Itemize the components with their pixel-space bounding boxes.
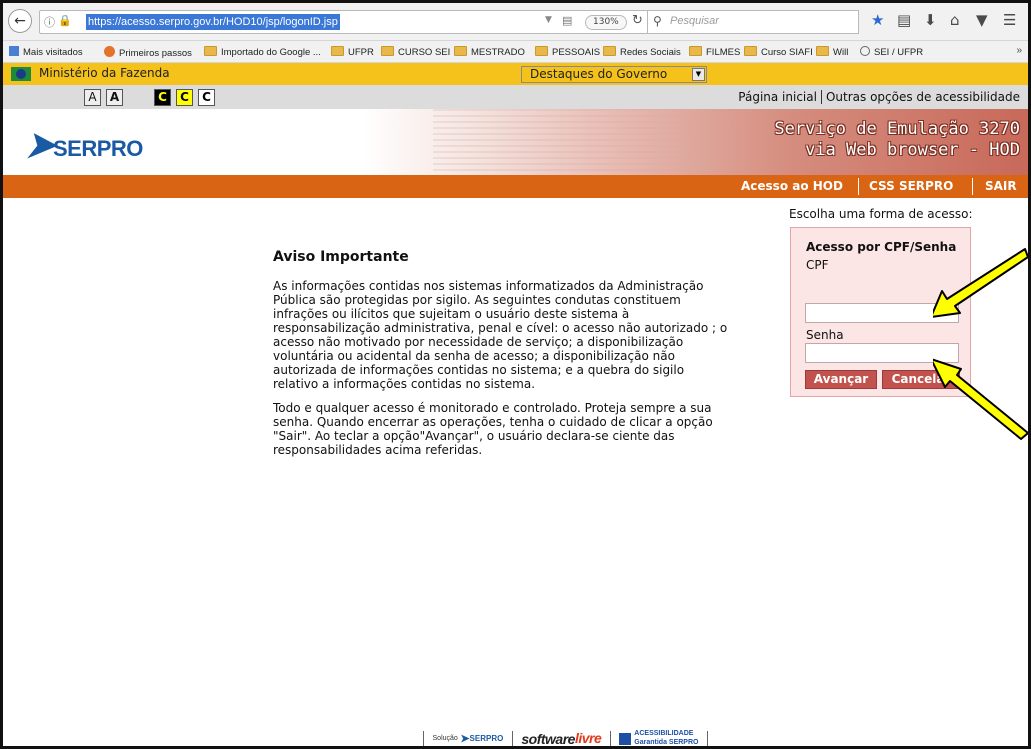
page-header: ➤ SERPRO Serviço de Emulação 3270 via We… xyxy=(3,109,1028,175)
bookmark-item[interactable]: PESSOAIS xyxy=(535,46,600,58)
serpro-logo-icon: ➤ xyxy=(25,124,56,165)
footer-divider xyxy=(707,730,708,746)
firefox-icon xyxy=(104,46,115,57)
bookmark-item[interactable]: UFPR xyxy=(331,46,374,58)
pocket-icon[interactable]: ▼ xyxy=(976,11,988,29)
nav-divider xyxy=(858,178,859,195)
warning-lock-icon[interactable]: 🔒 xyxy=(58,14,72,27)
folder-icon xyxy=(816,46,829,56)
folder-icon xyxy=(381,46,394,56)
notice-paragraph: Todo e qualquer acesso é monitorado e co… xyxy=(273,401,713,457)
accessibility-guarantee-logo: ACESSIBILIDADE Garantida SERPRO xyxy=(619,730,698,746)
bookmark-item[interactable]: Redes Sociais xyxy=(603,46,681,58)
footer-logos: Solução ➤SERPRO softwarelivre ACESSIBILI… xyxy=(417,730,714,748)
software-livre-logo: softwarelivre xyxy=(521,730,602,748)
browser-toolbar: ← ⓘ 🔒 https://acesso.serpro.gov.br/HOD10… xyxy=(3,3,1028,41)
font-decrease-button[interactable]: A xyxy=(84,89,101,106)
search-input[interactable]: ⚲ Pesquisar xyxy=(647,10,859,34)
nav-hod-link[interactable]: Acesso ao HOD xyxy=(741,179,843,193)
bookmark-item[interactable]: SEI / UFPR xyxy=(860,46,923,58)
accessibility-links: Página inicial Outras opções de acessibil… xyxy=(738,90,1020,104)
link-divider xyxy=(820,90,822,104)
folder-icon xyxy=(603,46,616,56)
folder-icon xyxy=(454,46,467,56)
library-icon[interactable]: ▤ xyxy=(897,11,911,29)
footer-divider xyxy=(511,730,513,746)
bookmark-item[interactable]: CURSO SEI xyxy=(381,46,450,58)
url-dropdown-icon[interactable]: ▼ xyxy=(545,15,552,25)
url-text[interactable]: https://acesso.serpro.gov.br/HOD10/jsp/l… xyxy=(86,14,340,30)
chevron-down-icon[interactable]: ▼ xyxy=(692,68,705,81)
contrast-yellow-button[interactable]: C xyxy=(176,89,193,106)
reader-view-icon[interactable]: ▤ xyxy=(562,14,572,27)
folder-icon xyxy=(331,46,344,56)
search-icon: ⚲ xyxy=(653,14,662,28)
bookmark-item[interactable]: Primeiros passos xyxy=(104,46,192,59)
access-prompt: Escolha uma forma de acesso: xyxy=(789,207,973,221)
mais-visitados-icon xyxy=(9,46,19,56)
bookmark-item[interactable]: Importado do Google ... xyxy=(204,46,321,58)
cpf-label: CPF xyxy=(806,258,829,272)
government-highlights-select[interactable]: Destaques do Governo ▼ xyxy=(521,66,707,83)
password-label: Senha xyxy=(806,328,844,342)
annotation-arrows xyxy=(933,248,1028,440)
annotation-arrow-icon xyxy=(933,358,1028,440)
home-icon[interactable]: ⌂ xyxy=(950,11,960,29)
menu-icon[interactable]: ☰ xyxy=(1003,11,1016,29)
footer-divider xyxy=(423,730,424,746)
accessibility-icon xyxy=(619,732,632,745)
info-icon[interactable]: ⓘ xyxy=(44,14,55,30)
notice-section: Aviso Importante As informações contidas… xyxy=(273,249,733,467)
bookmark-item[interactable]: Mais visitados xyxy=(9,46,83,58)
nav-exit-link[interactable]: SAIR xyxy=(985,179,1017,193)
solution-serpro-logo: Solução ➤SERPRO xyxy=(432,733,504,746)
font-increase-button[interactable]: A xyxy=(106,89,123,106)
service-title: Serviço de Emulação 3270 via Web browser… xyxy=(774,119,1020,160)
bookmark-item[interactable]: FILMES xyxy=(689,46,740,58)
serpro-mini-icon: ➤ xyxy=(460,733,470,746)
ministry-name[interactable]: Ministério da Fazenda xyxy=(39,66,170,80)
folder-icon xyxy=(535,46,548,56)
globe-icon xyxy=(860,46,870,56)
address-bar[interactable]: ⓘ 🔒 https://acesso.serpro.gov.br/HOD10/j… xyxy=(39,10,719,34)
bookmark-star-icon[interactable]: ★ xyxy=(871,11,884,29)
government-bar: Ministério da Fazenda Destaques do Gover… xyxy=(3,63,1028,85)
nav-css-link[interactable]: CSS SERPRO xyxy=(869,179,953,193)
notice-paragraph: As informações contidas nos sistemas inf… xyxy=(273,279,728,391)
contrast-high-button[interactable]: C xyxy=(154,89,171,106)
accessibility-options-link[interactable]: Outras opções de acessibilidade xyxy=(826,90,1020,104)
notice-title: Aviso Importante xyxy=(273,249,409,265)
folder-icon xyxy=(689,46,702,56)
header-texture xyxy=(433,109,713,175)
annotation-arrow-icon xyxy=(933,248,1028,318)
brazil-flag-icon xyxy=(11,67,31,81)
back-arrow-icon[interactable]: ← xyxy=(8,9,32,33)
main-nav: Acesso ao HOD CSS SERPRO SAIR xyxy=(3,175,1028,198)
contrast-normal-button[interactable]: C xyxy=(198,89,215,106)
home-link[interactable]: Página inicial xyxy=(738,90,817,104)
browser-window: ← ⓘ 🔒 https://acesso.serpro.gov.br/HOD10… xyxy=(0,0,1031,749)
bookmark-item[interactable]: Curso SIAFI xyxy=(744,46,813,58)
folder-icon xyxy=(744,46,757,56)
zoom-level[interactable]: 130% xyxy=(585,15,627,30)
download-icon[interactable]: ⬇ xyxy=(924,11,937,29)
accessibility-bar: A A C C C Página inicial Outras opções de… xyxy=(3,85,1028,109)
folder-icon xyxy=(204,46,217,56)
reload-icon[interactable]: ↻ xyxy=(632,13,643,28)
bookmark-item[interactable]: MESTRADO xyxy=(454,46,525,58)
bookmarks-overflow-icon[interactable]: » xyxy=(1016,45,1022,56)
footer-divider xyxy=(609,730,611,746)
search-placeholder: Pesquisar xyxy=(670,15,719,27)
submit-button[interactable]: Avançar xyxy=(805,370,877,389)
bookmarks-bar: Mais visitados Primeiros passos Importad… xyxy=(3,41,1028,63)
bookmark-item[interactable]: Will xyxy=(816,46,848,58)
nav-divider xyxy=(972,178,973,195)
